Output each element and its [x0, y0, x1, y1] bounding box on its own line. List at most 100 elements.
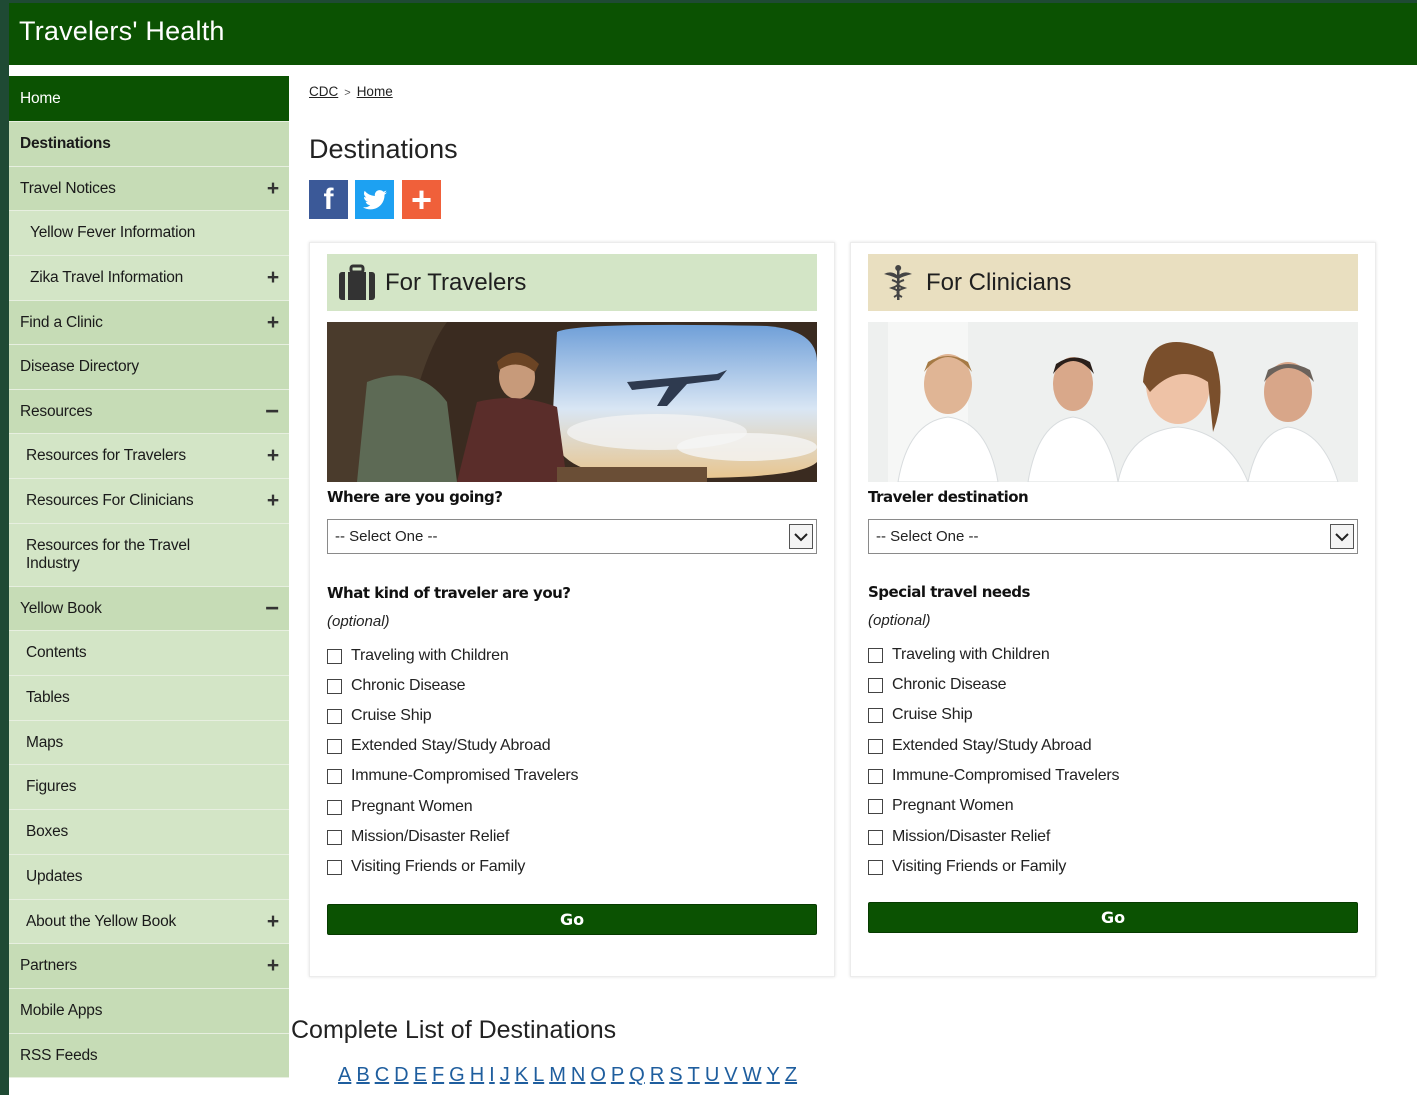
sidebar-item-about-yellow-book[interactable]: About the Yellow Book +: [9, 900, 289, 944]
checkbox[interactable]: [868, 768, 883, 784]
letter-link-i[interactable]: I: [489, 1064, 495, 1087]
checkbox-visiting-friends[interactable]: Visiting Friends or Family: [868, 858, 1066, 876]
checkbox-immune-compromised[interactable]: Immune-Compromised Travelers: [327, 767, 579, 785]
letter-link-j[interactable]: J: [500, 1064, 510, 1087]
letter-link-k[interactable]: K: [515, 1064, 528, 1087]
travelers-destination-select[interactable]: -- Select One --: [327, 519, 817, 554]
letter-link-g[interactable]: G: [449, 1064, 465, 1087]
checkbox-chronic-disease[interactable]: Chronic Disease: [327, 677, 466, 695]
letter-link-h[interactable]: H: [470, 1064, 484, 1087]
letter-link-s[interactable]: S: [669, 1064, 682, 1087]
expand-icon[interactable]: +: [267, 444, 279, 468]
sidebar-item-figures[interactable]: Figures: [9, 765, 289, 810]
sidebar-item-disease-directory[interactable]: Disease Directory: [9, 345, 289, 390]
checkbox[interactable]: [327, 678, 342, 694]
expand-icon[interactable]: +: [267, 266, 279, 290]
checkbox[interactable]: [327, 829, 342, 845]
checkbox[interactable]: [868, 738, 883, 754]
sidebar-item-resources-industry[interactable]: Resources for the Travel Industry: [9, 524, 289, 587]
sidebar-item-partners[interactable]: Partners +: [9, 944, 289, 989]
letter-link-u[interactable]: U: [705, 1064, 719, 1087]
letter-link-r[interactable]: R: [650, 1064, 664, 1087]
letter-link-t[interactable]: T: [688, 1064, 700, 1087]
expand-icon[interactable]: +: [267, 910, 279, 934]
sidebar-item-home[interactable]: Home: [9, 76, 289, 122]
checkbox-mission-relief[interactable]: Mission/Disaster Relief: [327, 828, 509, 846]
letter-link-l[interactable]: L: [533, 1064, 544, 1087]
expand-icon[interactable]: +: [267, 954, 279, 978]
sidebar-item-yellow-fever[interactable]: Yellow Fever Information: [9, 211, 289, 256]
checkbox[interactable]: [868, 859, 883, 875]
breadcrumb-link-home[interactable]: Home: [357, 84, 393, 99]
checkbox[interactable]: [327, 648, 342, 664]
letter-link-b[interactable]: B: [356, 1064, 369, 1087]
letter-link-w[interactable]: W: [743, 1064, 762, 1087]
breadcrumb-link-cdc[interactable]: CDC: [309, 84, 338, 99]
sidebar-item-resources[interactable]: Resources −: [9, 390, 289, 434]
checkbox[interactable]: [327, 859, 342, 875]
letter-link-f[interactable]: F: [432, 1064, 444, 1087]
letter-link-a[interactable]: A: [338, 1064, 351, 1087]
letter-link-n[interactable]: N: [571, 1064, 585, 1087]
letter-link-z[interactable]: Z: [785, 1064, 797, 1087]
letter-link-o[interactable]: O: [590, 1064, 606, 1087]
facebook-share-button[interactable]: f: [309, 180, 348, 219]
checkbox-traveling-with-children[interactable]: Traveling with Children: [327, 647, 509, 665]
sidebar-item-find-clinic[interactable]: Find a Clinic +: [9, 301, 289, 345]
expand-icon[interactable]: +: [267, 489, 279, 513]
chevron-down-icon[interactable]: [789, 524, 813, 549]
collapse-icon[interactable]: −: [265, 595, 279, 623]
twitter-share-button[interactable]: [355, 180, 394, 219]
sidebar-item-mobile-apps[interactable]: Mobile Apps: [9, 989, 289, 1034]
checkbox-traveling-with-children[interactable]: Traveling with Children: [868, 646, 1050, 664]
sidebar-item-destinations[interactable]: Destinations: [9, 122, 289, 167]
checkbox-extended-stay[interactable]: Extended Stay/Study Abroad: [868, 737, 1092, 755]
checkbox-mission-relief[interactable]: Mission/Disaster Relief: [868, 828, 1050, 846]
letter-link-d[interactable]: D: [394, 1064, 408, 1087]
checkbox[interactable]: [327, 708, 342, 724]
checkbox-cruise-ship[interactable]: Cruise Ship: [868, 706, 973, 724]
sidebar-item-maps[interactable]: Maps: [9, 721, 289, 765]
checkbox-chronic-disease[interactable]: Chronic Disease: [868, 676, 1007, 694]
checkbox-visiting-friends[interactable]: Visiting Friends or Family: [327, 858, 525, 876]
checkbox-pregnant-women[interactable]: Pregnant Women: [327, 798, 473, 816]
sidebar-item-updates[interactable]: Updates: [9, 855, 289, 900]
checkbox[interactable]: [868, 707, 883, 723]
checkbox[interactable]: [327, 738, 342, 754]
letter-link-c[interactable]: C: [375, 1064, 389, 1087]
letter-link-q[interactable]: Q: [629, 1064, 645, 1087]
collapse-icon[interactable]: −: [265, 398, 279, 426]
checkbox-immune-compromised[interactable]: Immune-Compromised Travelers: [868, 767, 1120, 785]
sidebar-item-contents[interactable]: Contents: [9, 631, 289, 676]
checkbox[interactable]: [868, 798, 883, 814]
letter-link-p[interactable]: P: [611, 1064, 624, 1087]
checkbox-extended-stay[interactable]: Extended Stay/Study Abroad: [327, 737, 551, 755]
sidebar-item-zika[interactable]: Zika Travel Information +: [9, 256, 289, 301]
expand-icon[interactable]: +: [267, 177, 279, 201]
letter-link-y[interactable]: Y: [767, 1064, 780, 1087]
checkbox[interactable]: [868, 677, 883, 693]
checkbox-cruise-ship[interactable]: Cruise Ship: [327, 707, 432, 725]
checkbox[interactable]: [868, 647, 883, 663]
site-title[interactable]: Travelers' Health: [19, 16, 225, 47]
chevron-down-icon[interactable]: [1330, 524, 1354, 549]
clinicians-destination-select[interactable]: -- Select One --: [868, 519, 1358, 554]
letter-link-m[interactable]: M: [549, 1064, 566, 1087]
letter-link-e[interactable]: E: [414, 1064, 427, 1087]
sidebar-item-rss-feeds[interactable]: RSS Feeds: [9, 1034, 289, 1078]
addthis-share-button[interactable]: +: [402, 179, 441, 220]
letter-link-v[interactable]: V: [724, 1064, 737, 1087]
sidebar-item-resources-travelers[interactable]: Resources for Travelers +: [9, 434, 289, 479]
checkbox[interactable]: [868, 829, 883, 845]
sidebar-item-tables[interactable]: Tables: [9, 676, 289, 721]
sidebar-item-boxes[interactable]: Boxes: [9, 810, 289, 855]
expand-icon[interactable]: +: [267, 311, 279, 335]
checkbox[interactable]: [327, 768, 342, 784]
sidebar-item-resources-clinicians[interactable]: Resources For Clinicians +: [9, 479, 289, 524]
sidebar-item-yellow-book[interactable]: Yellow Book −: [9, 587, 289, 631]
checkbox-pregnant-women[interactable]: Pregnant Women: [868, 797, 1014, 815]
travelers-go-button[interactable]: Go: [327, 904, 817, 935]
clinicians-go-button[interactable]: Go: [868, 902, 1358, 933]
checkbox[interactable]: [327, 799, 342, 815]
sidebar-item-travel-notices[interactable]: Travel Notices +: [9, 167, 289, 211]
